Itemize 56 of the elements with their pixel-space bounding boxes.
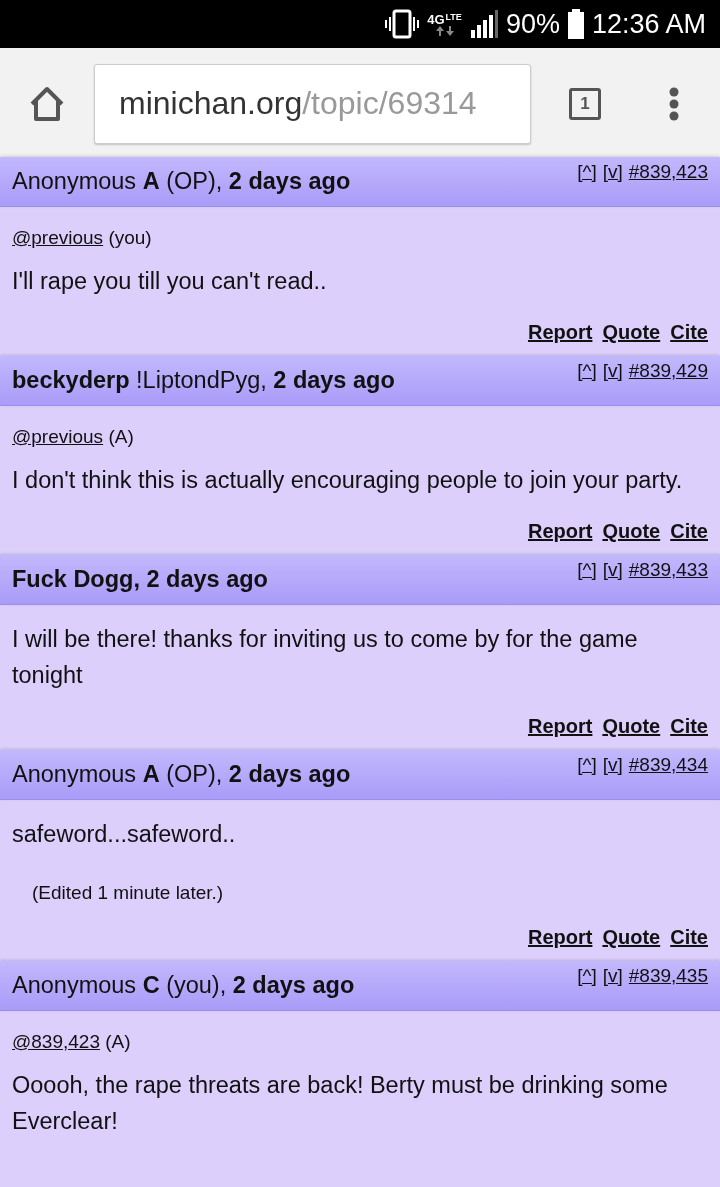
post-action-link[interactable]: Report — [527, 715, 593, 738]
jump-link[interactable]: [^] — [577, 559, 597, 581]
post-action-link[interactable]: Report — [527, 926, 593, 949]
jump-link[interactable]: [^] — [577, 161, 597, 183]
menu-icon[interactable] — [669, 86, 679, 121]
reply-reference: @previous (you) — [12, 227, 153, 249]
reply-link[interactable]: @previous — [12, 426, 104, 447]
jump-link[interactable]: [v] — [602, 360, 623, 382]
post-action-link[interactable]: Cite — [670, 321, 708, 344]
battery-icon — [567, 9, 584, 39]
post-action-link[interactable]: Quote — [602, 715, 661, 738]
post-text: I will be there! thanks for inviting us to come by for the game tonight — [12, 625, 639, 690]
network-label: 4G — [427, 12, 445, 26]
post-text: I don't think this is actually encouraging people to join your party. — [12, 466, 684, 495]
post-action-link[interactable]: Quote — [602, 321, 661, 344]
post-text: safeword...safeword.. — [12, 820, 237, 849]
reply-reference: @previous (A) — [12, 426, 135, 448]
post-text: Ooooh, the rape threats are back! Berty must be drinking some Everclear! — [12, 1071, 669, 1136]
post-action-link[interactable]: Report — [527, 520, 593, 543]
post-action-link[interactable]: Report — [527, 321, 593, 344]
jump-link[interactable]: [^] — [577, 965, 597, 987]
post-author: Anonymous A (OP), 2 days ago — [12, 168, 351, 195]
jump-link[interactable]: [v] — [602, 754, 623, 776]
post-action-link[interactable]: Quote — [602, 926, 661, 949]
post-number-link[interactable]: #839,435 — [628, 965, 708, 987]
address-bar[interactable]: minichan.org/topic/69314 — [94, 63, 531, 144]
post-action-link[interactable]: Cite — [670, 520, 708, 543]
post-text: I'll rape you till you can't read.. — [12, 267, 328, 296]
post-action-link[interactable]: Cite — [670, 926, 708, 949]
reply-link[interactable]: @839,423 — [12, 1031, 100, 1052]
post-author: Anonymous C (you), 2 days ago — [12, 972, 355, 999]
jump-link[interactable]: [v] — [602, 559, 623, 581]
reply-link[interactable]: @previous — [12, 227, 104, 248]
data-arrows-icon — [433, 25, 456, 36]
post-number-link[interactable]: #839,429 — [628, 360, 708, 382]
post-action-link[interactable]: Cite — [670, 715, 708, 738]
post-author: Fuck Dogg, 2 days ago — [12, 566, 268, 593]
post-author: Anonymous A (OP), 2 days ago — [12, 761, 351, 788]
post-action-link[interactable]: Quote — [602, 520, 661, 543]
jump-link[interactable]: [^] — [577, 360, 597, 382]
jump-link[interactable]: [v] — [602, 965, 623, 987]
edited-note: (Edited 1 minute later.) — [32, 882, 225, 904]
home-icon[interactable] — [28, 84, 66, 123]
vibrate-icon — [385, 9, 420, 39]
tab-count-button[interactable]: 1 — [569, 87, 601, 120]
clock-time: 12:36 AM — [591, 8, 706, 40]
battery-percent: 90% — [505, 8, 560, 40]
reply-reference: @839,423 (A) — [12, 1031, 132, 1053]
post-number-link[interactable]: #839,423 — [628, 161, 708, 183]
post-number-link[interactable]: #839,434 — [628, 754, 708, 776]
post-author: beckyderp !LiptondPyg, 2 days ago — [12, 367, 395, 394]
signal-icon — [469, 10, 498, 38]
post-number-link[interactable]: #839,433 — [628, 559, 708, 581]
jump-link[interactable]: [v] — [602, 161, 623, 183]
lte-label: LTE — [445, 12, 462, 24]
jump-link[interactable]: [^] — [577, 754, 597, 776]
